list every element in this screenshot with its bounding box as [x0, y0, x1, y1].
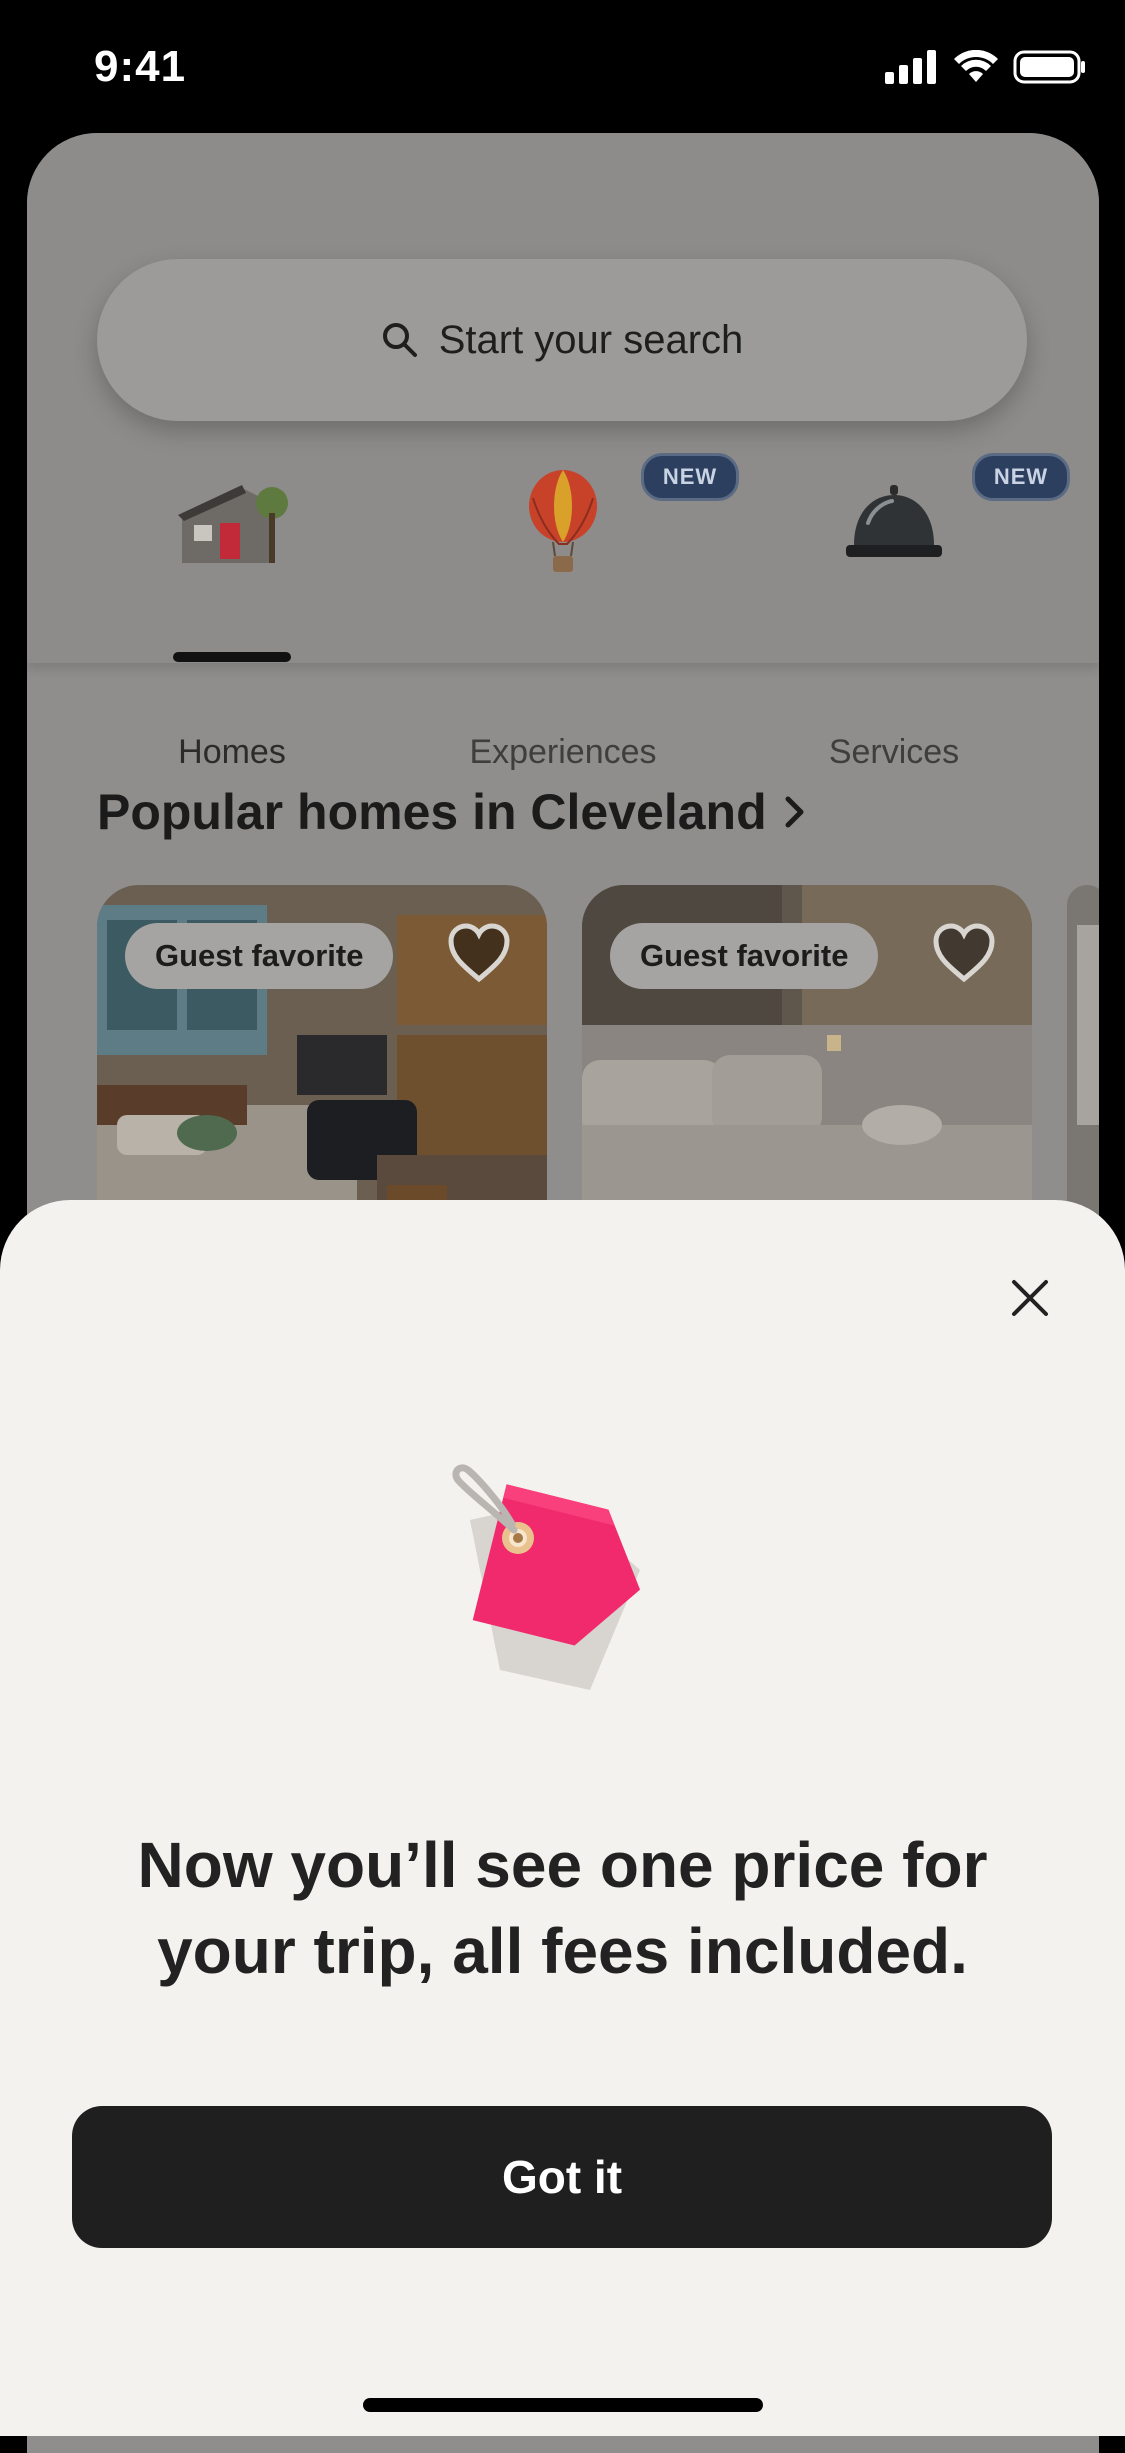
heart-icon[interactable] [447, 923, 511, 983]
sheet-headline-line1: Now you’ll see one price for [137, 1829, 988, 1901]
tab-homes-indicator [173, 652, 291, 662]
close-icon [1012, 1280, 1048, 1316]
sheet-headline-line2: your trip, all fees included. [157, 1915, 968, 1987]
explore-header: Start your search Homes NEW Experiences … [27, 133, 1099, 771]
tab-services[interactable]: NEW Services [764, 453, 1070, 771]
chevron-right-icon [785, 796, 804, 828]
section-title-text: Popular homes in Cleveland [97, 784, 767, 840]
status-time: 9:41 [94, 42, 187, 91]
tab-homes[interactable]: Homes [102, 473, 362, 771]
tab-homes-label: Homes [178, 733, 286, 771]
hot-air-balloon-icon [529, 470, 597, 572]
got-it-button[interactable]: Got it [72, 2106, 1052, 2248]
sheet-headline: Now you’ll see one price for your trip, … [0, 1822, 1125, 1994]
section-title[interactable]: Popular homes in Cleveland [97, 783, 807, 841]
house-icon [178, 485, 288, 563]
status-icons [885, 50, 1087, 84]
tab-experiences[interactable]: NEW Experiences [433, 453, 739, 771]
price-tag-icon [452, 1464, 641, 1690]
search-bar[interactable]: Start your search [97, 259, 1027, 421]
wifi-icon [954, 50, 998, 82]
search-icon [382, 323, 417, 357]
tab-experiences-label: Experiences [469, 733, 657, 771]
battery-icon [1013, 50, 1085, 84]
heart-icon[interactable] [932, 923, 996, 983]
guest-favorite-badge: Guest favorite [125, 923, 394, 989]
fees-info-sheet [0, 1200, 1125, 2436]
search-placeholder: Start your search [438, 317, 744, 362]
close-button[interactable] [1000, 1268, 1060, 1328]
experiences-new-badge: NEW [641, 453, 739, 501]
signal-icon [885, 50, 936, 84]
home-indicator[interactable] [363, 2398, 763, 2412]
tab-services-label: Services [828, 733, 960, 771]
guest-favorite-badge: Guest favorite [610, 923, 879, 989]
status-bar: 9:41 [0, 0, 1125, 130]
services-new-badge: NEW [972, 453, 1070, 501]
service-bell-icon [846, 485, 942, 557]
